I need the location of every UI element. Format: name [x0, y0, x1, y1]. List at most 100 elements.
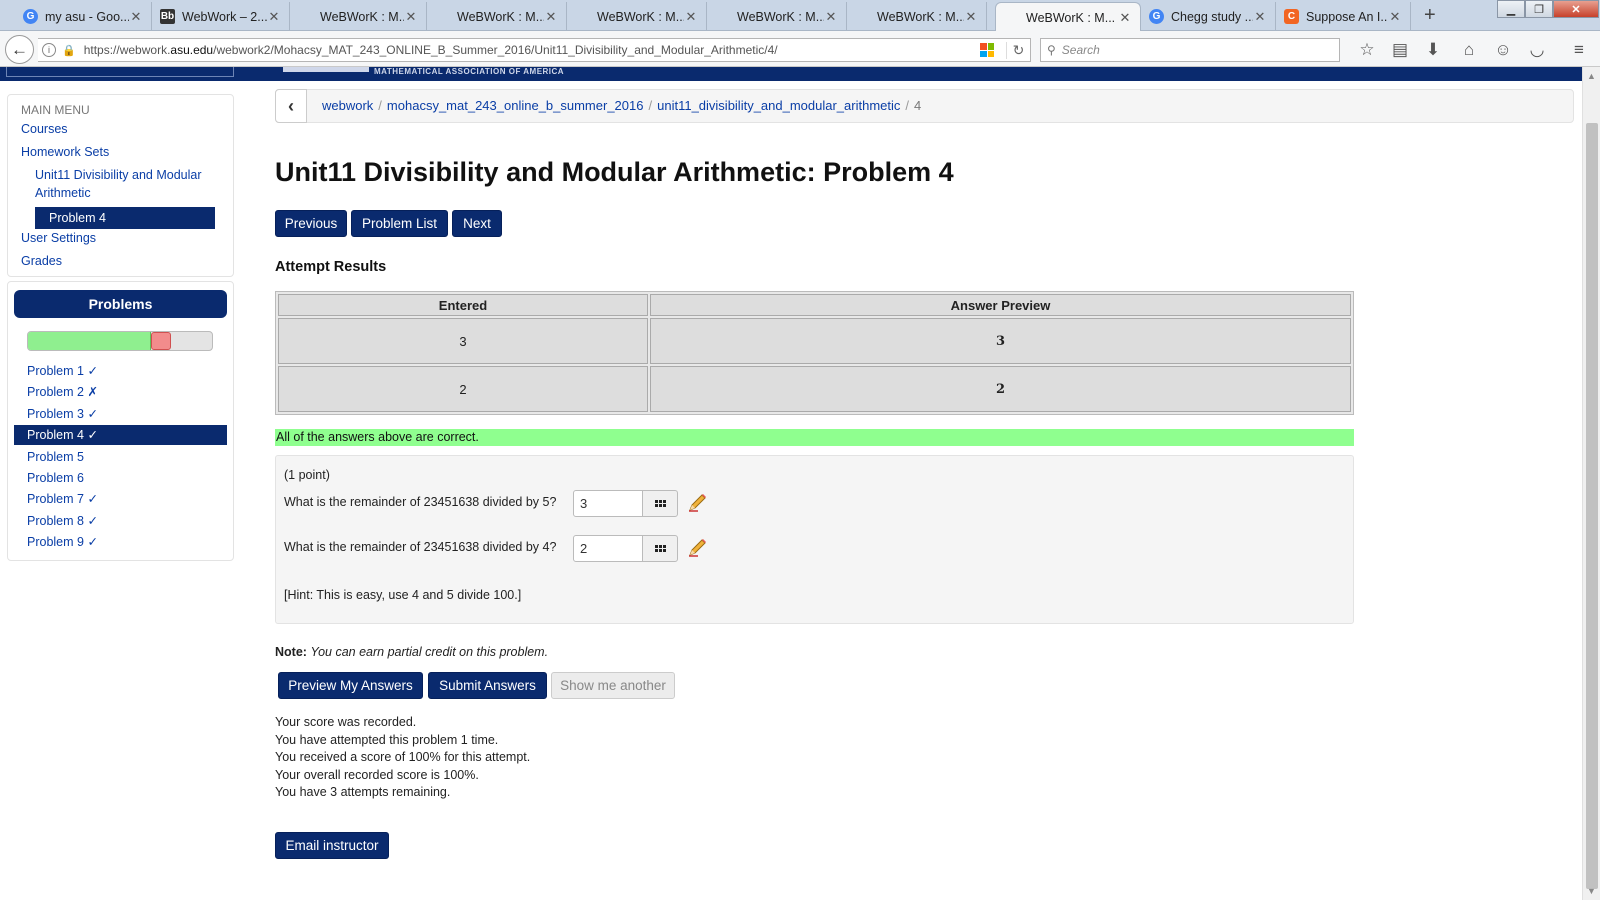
pencil-icon[interactable] — [686, 537, 708, 559]
chat-icon[interactable]: ☺ — [1492, 40, 1514, 60]
search-placeholder: Search — [1061, 43, 1100, 57]
submit-answers-button[interactable]: Submit Answers — [428, 672, 547, 699]
download-icon[interactable]: ⬇ — [1422, 40, 1444, 60]
browser-tab[interactable]: C Suppose An I... ✕ — [1276, 2, 1411, 31]
email-instructor-button[interactable]: Email instructor — [275, 832, 389, 859]
problem-list-item[interactable]: Problem 5 — [14, 447, 227, 467]
reload-icon[interactable]: ↻ — [1006, 41, 1030, 59]
close-tab-icon[interactable]: ✕ — [544, 9, 558, 25]
answer-field-2[interactable]: 2 — [573, 535, 643, 562]
browser-tab-active[interactable]: WeBWorK : M... ✕ — [995, 2, 1141, 32]
header-left-decoration — [6, 67, 234, 77]
note-text: You can earn partial credit on this prob… — [310, 645, 549, 659]
home-icon[interactable]: ⌂ — [1458, 40, 1480, 60]
preview-answers-button[interactable]: Preview My Answers — [278, 672, 423, 699]
url-text[interactable]: https://webwork.asu.edu/webwork2/Mohacsy… — [84, 43, 980, 57]
new-tab-icon[interactable]: + — [1424, 4, 1436, 27]
reading-list-icon[interactable]: ▤ — [1389, 40, 1411, 60]
close-tab-icon[interactable]: ✕ — [824, 9, 838, 25]
close-tab-icon[interactable]: ✕ — [267, 9, 281, 25]
browser-tab[interactable]: G my asu - Goo... ✕ — [15, 2, 152, 31]
restore-icon[interactable]: ❐ — [1525, 0, 1553, 18]
close-tab-icon[interactable]: ✕ — [1388, 9, 1402, 25]
bookmark-star-icon[interactable]: ☆ — [1356, 40, 1378, 60]
browser-tab[interactable]: Bb WebWork – 2... ✕ — [152, 2, 290, 31]
browser-back-icon[interactable]: ← — [5, 35, 34, 64]
site-header-strip: MATHEMATICAL ASSOCIATION OF AMERICA — [0, 67, 1582, 81]
menu-homework-sets[interactable]: Homework Sets — [21, 145, 109, 159]
page-icon — [435, 9, 450, 24]
google-icon: G — [1149, 9, 1164, 24]
score-status: Your score was recorded. You have attemp… — [275, 714, 530, 802]
extension-icon[interactable] — [980, 43, 994, 57]
close-tab-icon[interactable]: ✕ — [684, 9, 698, 25]
scroll-up-icon[interactable]: ▲ — [1587, 71, 1596, 81]
main-menu: MAIN MENU Courses Homework Sets Unit11 D… — [7, 94, 234, 277]
problem-list-item[interactable]: Problem 6 — [14, 468, 227, 488]
search-icon: ⚲ — [1047, 43, 1056, 57]
previous-button[interactable]: Previous — [275, 210, 347, 237]
page-icon — [298, 9, 313, 24]
progress-incorrect — [150, 332, 172, 350]
status-line: You have 3 attempts remaining. — [275, 785, 451, 800]
problem-list-item[interactable]: Problem 7 ✓ — [14, 489, 227, 509]
menu-courses[interactable]: Courses — [21, 122, 68, 136]
menu-grades[interactable]: Grades — [21, 254, 62, 268]
problem-list-item[interactable]: Problem 9 ✓ — [14, 532, 227, 552]
page-icon — [855, 9, 870, 24]
equation-editor-icon[interactable] — [642, 535, 678, 562]
show-me-another-button: Show me another — [551, 672, 675, 699]
equation-editor-icon[interactable] — [642, 490, 678, 517]
browser-tab[interactable]: WeBWorK : M... ✕ — [290, 2, 427, 31]
problem-body: (1 point) What is the remainder of 23451… — [275, 455, 1354, 624]
maa-logo-text: MATHEMATICAL ASSOCIATION OF AMERICA — [374, 67, 565, 76]
preview-cell: 2 — [650, 366, 1351, 412]
browser-search-input[interactable]: ⚲ Search — [1040, 38, 1340, 62]
attempt-results-table: Entered Answer Preview 3 3 2 2 — [275, 291, 1354, 415]
problem-list-item[interactable]: Problem 1 ✓ — [14, 361, 227, 381]
problems-panel-title: Problems — [14, 290, 227, 318]
address-bar[interactable]: i 🔒 https://webwork.asu.edu/webwork2/Moh… — [38, 38, 1031, 62]
menu-user-settings[interactable]: User Settings — [21, 231, 96, 245]
page-icon — [715, 9, 730, 24]
question-text: What is the remainder of 23451638 divide… — [284, 540, 557, 554]
table-row: 2 2 — [278, 366, 1351, 412]
breadcrumb-link[interactable]: unit11_divisibility_and_modular_arithmet… — [657, 98, 900, 113]
page-scrollbar[interactable]: ▲ ▼ — [1582, 67, 1600, 900]
pencil-icon[interactable] — [686, 492, 708, 514]
minimize-icon[interactable]: ▁ — [1497, 0, 1525, 18]
breadcrumb-back-icon[interactable]: ‹ — [275, 89, 307, 123]
browser-tab[interactable]: WeBWorK : M... ✕ — [707, 2, 847, 31]
breadcrumb-link[interactable]: webwork — [322, 98, 373, 113]
problem-list-item[interactable]: Problem 3 ✓ — [14, 404, 227, 424]
browser-tab[interactable]: WeBWorK : M... ✕ — [427, 2, 567, 31]
close-tab-icon[interactable]: ✕ — [1253, 9, 1267, 25]
answer-field-1[interactable]: 3 — [573, 490, 643, 517]
menu-current-set[interactable]: Unit11 Divisibility and Modular Arithmet… — [35, 166, 215, 202]
close-tab-icon[interactable]: ✕ — [404, 9, 418, 25]
problems-panel: Problems Problem 1 ✓ Problem 2 ✗ Problem 3… — [7, 281, 234, 561]
browser-tab[interactable]: WeBWorK : M... ✕ — [847, 2, 987, 31]
window-close-icon[interactable]: ✕ — [1553, 0, 1599, 18]
browser-tab[interactable]: G Chegg study ... ✕ — [1141, 2, 1276, 31]
close-tab-icon[interactable]: ✕ — [1118, 10, 1132, 26]
progress-correct — [28, 332, 151, 350]
browser-tab[interactable]: WeBWorK : M... ✕ — [567, 2, 707, 31]
next-button[interactable]: Next — [452, 210, 502, 237]
status-line: Your overall recorded score is 100%. — [275, 767, 479, 782]
menu-current-problem[interactable]: Problem 4 — [35, 207, 215, 229]
close-tab-icon[interactable]: ✕ — [129, 9, 143, 25]
close-tab-icon[interactable]: ✕ — [964, 9, 978, 25]
url-path: /webwork2/Mohacsy_MAT_243_ONLINE_B_Summe… — [213, 43, 778, 57]
pocket-icon[interactable]: ◡ — [1526, 40, 1548, 60]
scroll-down-icon[interactable]: ▼ — [1587, 886, 1596, 896]
problem-list-item[interactable]: Problem 8 ✓ — [14, 511, 227, 531]
menu-icon[interactable]: ≡ — [1568, 40, 1590, 60]
problem-list-item[interactable]: Problem 2 ✗ — [14, 382, 227, 402]
entered-cell: 3 — [278, 318, 648, 364]
problem-list-item[interactable]: Problem 4 ✓ — [14, 425, 227, 446]
info-icon[interactable]: i — [42, 43, 56, 57]
problem-list-button[interactable]: Problem List — [351, 210, 448, 237]
scrollbar-thumb[interactable] — [1586, 123, 1598, 889]
breadcrumb-link[interactable]: mohacsy_mat_243_online_b_summer_2016 — [387, 98, 644, 113]
